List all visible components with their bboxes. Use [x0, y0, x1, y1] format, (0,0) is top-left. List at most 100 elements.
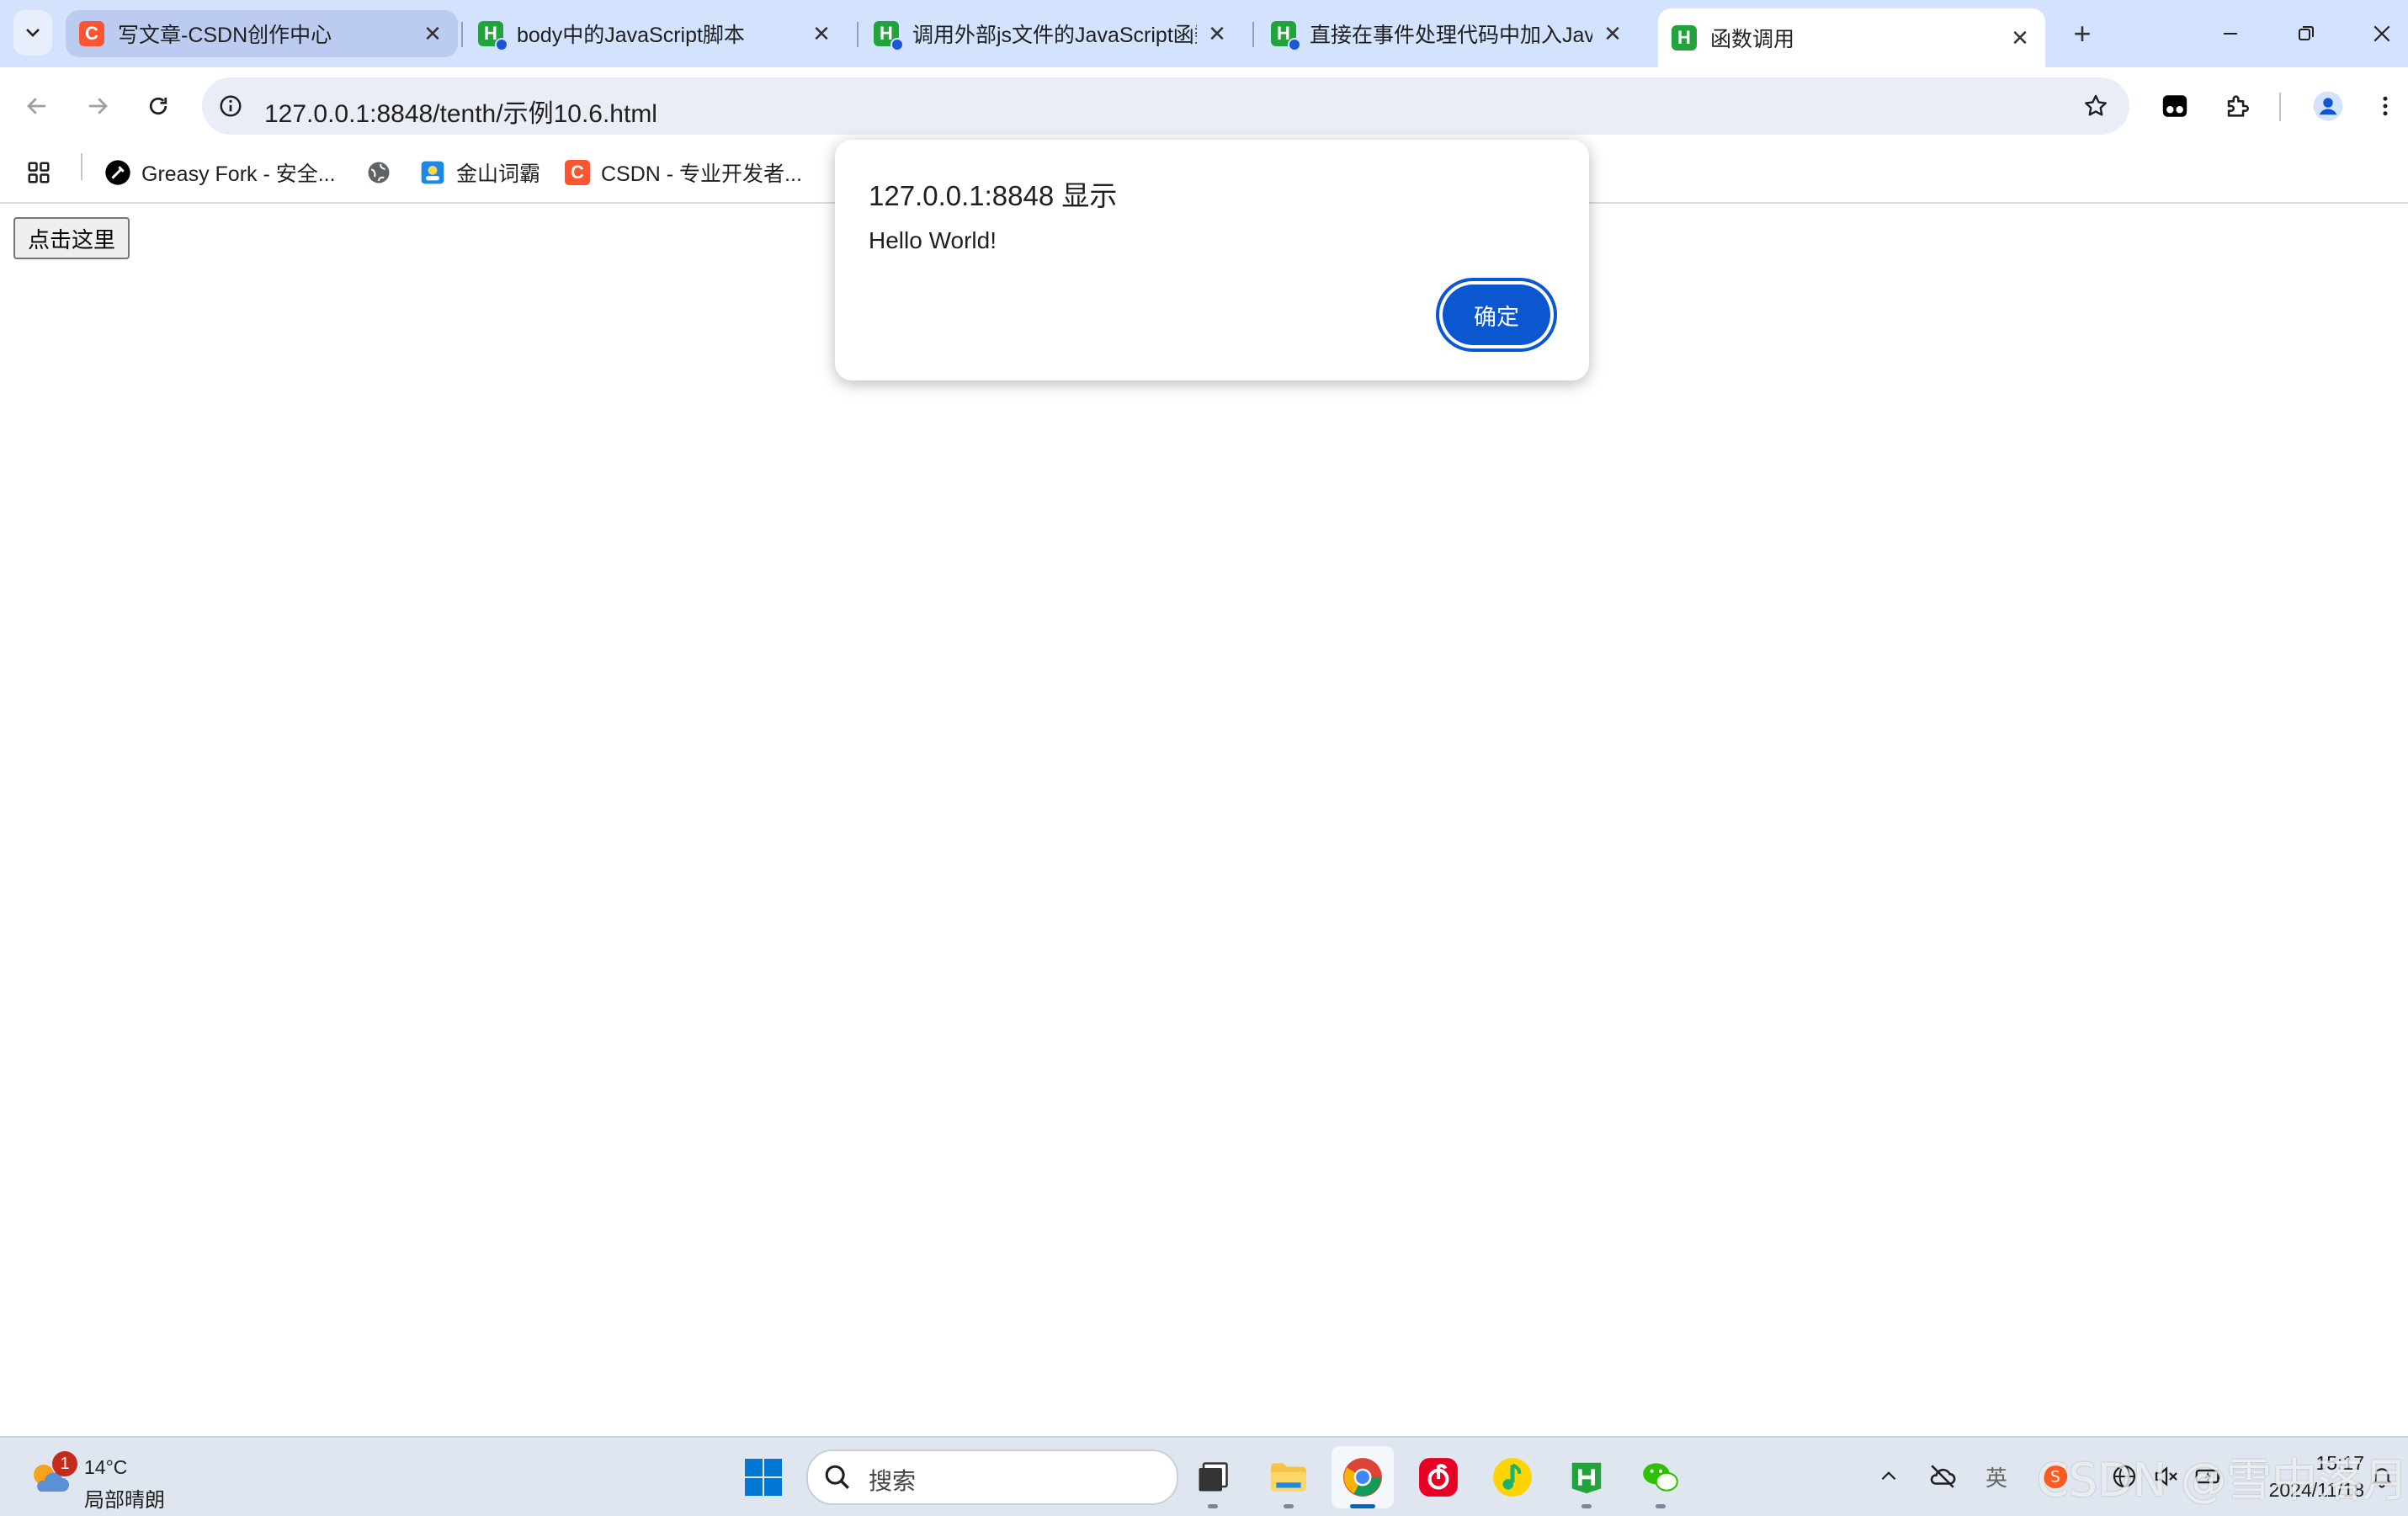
close-icon[interactable]: ✕ — [808, 20, 835, 47]
tab-external-js[interactable]: H 调用外部js文件的JavaScript函数 ✕ — [860, 10, 1242, 57]
file-explorer-icon — [1271, 1463, 1306, 1492]
toolbar-divider — [2279, 93, 2281, 121]
running-indicator — [1350, 1504, 1375, 1508]
windows-start-icon — [745, 1459, 782, 1496]
close-icon[interactable]: ✕ — [419, 20, 446, 47]
search-icon — [825, 1465, 849, 1489]
show-hidden-icons-button[interactable] — [1870, 1458, 1907, 1495]
audio-indicator-dot — [890, 38, 904, 51]
taskbar-app-wechat[interactable] — [1629, 1446, 1692, 1508]
arrow-left-icon — [27, 98, 45, 114]
greasyfork-icon — [104, 159, 131, 186]
csdn-icon: C — [79, 21, 104, 46]
taskbar-app-file-explorer[interactable] — [1257, 1446, 1320, 1508]
bookmark-label: 金山词霸 — [456, 162, 541, 186]
close-window-button[interactable] — [2357, 12, 2407, 56]
tab-function-call[interactable]: H 函数调用 ✕ — [1658, 8, 2045, 67]
tab-title: body中的JavaScript脚本 — [517, 24, 745, 47]
tab-title: 函数调用 — [1710, 28, 1795, 51]
tab-search-button[interactable] — [13, 10, 52, 56]
bookmark-greasyfork[interactable]: Greasy Fork - 安全... — [104, 153, 336, 192]
bookmark-label: Greasy Fork - 安全... — [141, 162, 336, 186]
site-info-icon[interactable] — [214, 89, 247, 123]
new-tab-button[interactable]: + — [2064, 16, 2101, 51]
netease-music-icon — [1419, 1458, 1458, 1497]
taskbar-search[interactable]: 搜索 — [806, 1450, 1178, 1505]
qq-music-icon — [1493, 1458, 1532, 1497]
extensions-puzzle-icon[interactable] — [2215, 84, 2259, 128]
address-bar[interactable]: 127.0.0.1:8848/tenth/示例10.6.html — [202, 77, 2129, 135]
forward-button[interactable] — [76, 84, 120, 128]
weather-widget[interactable]: 1 14°C 局部晴朗 — [29, 1446, 197, 1512]
audio-indicator-dot — [495, 38, 508, 51]
menu-kebab-icon[interactable] — [2363, 84, 2407, 128]
hbuilder-icon: H — [1271, 21, 1301, 51]
taskbar-app-netease-music[interactable] — [1407, 1446, 1470, 1508]
dialog-message: Hello World! — [869, 227, 997, 253]
tab-event-handler[interactable]: H 直接在事件处理代码中加入JavaScript ✕ — [1257, 10, 1638, 57]
running-indicator — [1208, 1504, 1218, 1508]
ok-button[interactable]: 确定 — [1436, 278, 1557, 352]
tab-title: 调用外部js文件的JavaScript函数 — [912, 24, 1197, 47]
running-indicator — [1656, 1504, 1666, 1508]
hbuilder-icon: H — [1672, 25, 1697, 51]
tab-divider — [1252, 22, 1254, 47]
profile-avatar-icon[interactable] — [2306, 84, 2350, 128]
reload-icon — [149, 97, 167, 115]
hbuilder-icon: H — [478, 21, 508, 51]
running-indicator — [1284, 1504, 1294, 1508]
taskbar-app-chrome[interactable] — [1332, 1446, 1394, 1508]
bookmark-label: CSDN - 专业开发者... — [601, 162, 802, 186]
weather-condition: 局部晴朗 — [84, 1489, 165, 1512]
browser-toolbar: 127.0.0.1:8848/tenth/示例10.6.html — [0, 67, 2408, 145]
onedrive-tray[interactable] — [1924, 1458, 1961, 1495]
url-text[interactable]: 127.0.0.1:8848/tenth/示例10.6.html — [264, 93, 657, 130]
chrome-icon — [1343, 1458, 1382, 1497]
start-button[interactable] — [732, 1446, 795, 1508]
weather-temperature: 14°C — [84, 1456, 128, 1478]
back-button[interactable] — [15, 84, 59, 128]
tab-csdn-writer[interactable]: C 写文章-CSDN创作中心 ✕ — [66, 10, 458, 57]
click-here-button[interactable]: 点击这里 — [13, 217, 130, 259]
tab-divider — [461, 22, 463, 47]
chevron-up-icon — [1881, 1471, 1896, 1481]
tab-strip: C 写文章-CSDN创作中心 ✕ H body中的JavaScript脚本 ✕ … — [0, 0, 2408, 67]
iciba-icon — [419, 159, 446, 186]
taskbar-app-hbuilder[interactable] — [1555, 1446, 1618, 1508]
globe-icon — [365, 159, 392, 186]
tab-divider — [857, 22, 858, 47]
tab-body-script[interactable]: H body中的JavaScript脚本 ✕ — [465, 10, 847, 57]
csdn-watermark: CSDN @雪中落月 — [2037, 1454, 2408, 1507]
ime-indicator[interactable]: 英 — [1978, 1458, 2015, 1495]
bookmark-divider — [81, 153, 82, 180]
chevron-down-icon — [26, 29, 40, 37]
reload-button[interactable] — [136, 84, 180, 128]
apps-grid-icon — [25, 159, 52, 186]
hbuilder-icon — [1571, 1462, 1602, 1494]
dialog-title: 127.0.0.1:8848 显示 — [869, 180, 1118, 211]
notification-badge: 1 — [52, 1451, 77, 1476]
restore-icon — [2299, 26, 2314, 40]
close-icon[interactable]: ✕ — [2007, 24, 2033, 51]
apps-grid-button[interactable] — [25, 153, 62, 192]
restore-button[interactable] — [2281, 12, 2331, 56]
bookmark-star-icon[interactable] — [2079, 89, 2113, 123]
extension-tampermonkey-icon[interactable] — [2153, 84, 2197, 128]
tab-title: 写文章-CSDN创作中心 — [118, 24, 332, 47]
running-indicator — [1581, 1504, 1592, 1508]
close-icon[interactable]: ✕ — [1204, 20, 1231, 47]
alert-dialog: 127.0.0.1:8848 显示 Hello World! 确定 — [835, 140, 1589, 380]
audio-indicator-dot — [1288, 38, 1301, 51]
close-icon[interactable]: ✕ — [1599, 20, 1626, 47]
bookmark-csdn[interactable]: C CSDN - 专业开发者... — [564, 153, 802, 192]
minimize-icon — [2224, 33, 2237, 35]
arrow-right-icon — [89, 98, 108, 114]
taskbar-app-task-view[interactable] — [1182, 1446, 1244, 1508]
csdn-icon: C — [564, 159, 591, 186]
bookmark-iciba[interactable]: 金山词霸 — [419, 153, 540, 192]
minimize-button[interactable] — [2205, 12, 2256, 56]
wechat-icon — [1643, 1463, 1678, 1492]
task-view-icon — [1199, 1462, 1228, 1492]
bookmark-globe[interactable] — [365, 153, 402, 192]
taskbar-app-qq-music[interactable] — [1481, 1446, 1544, 1508]
